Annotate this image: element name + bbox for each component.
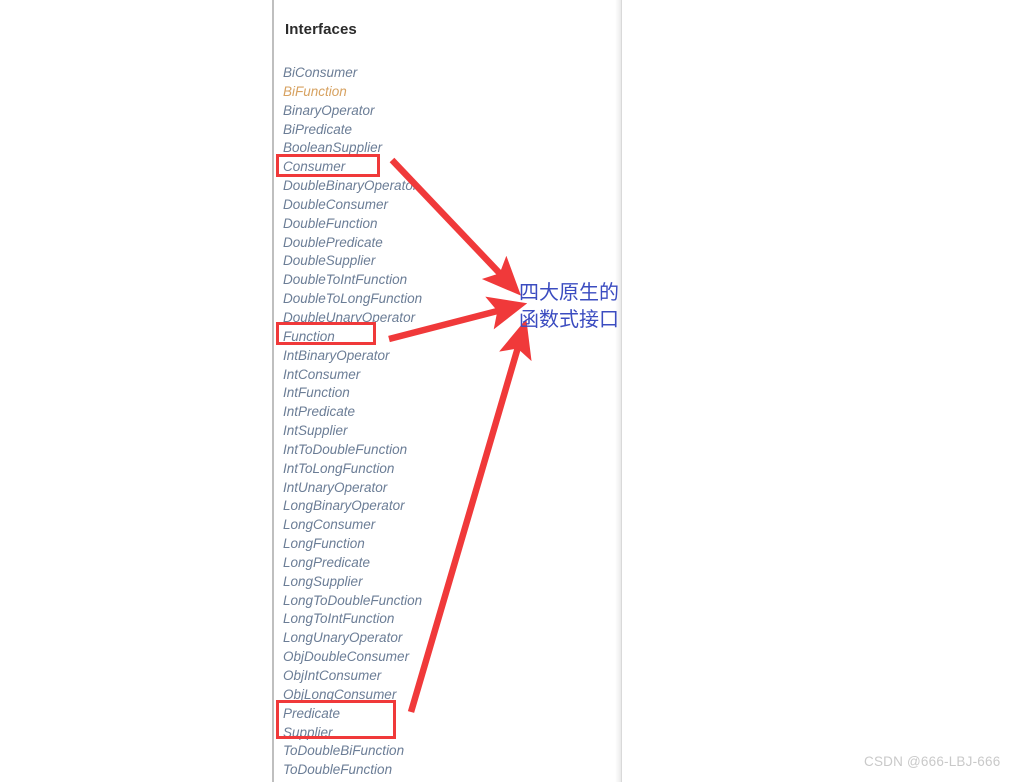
- interface-link[interactable]: LongPredicate: [283, 554, 613, 573]
- interface-link[interactable]: IntBinaryOperator: [283, 347, 613, 366]
- column-right-border: [621, 0, 622, 782]
- column-left-border: [272, 0, 274, 782]
- interface-link[interactable]: IntUnaryOperator: [283, 479, 613, 498]
- annotation-text: 四大原生的 函数式接口: [519, 279, 627, 333]
- highlight-box-predicate-supplier: [276, 700, 396, 739]
- interface-link[interactable]: ObjDoubleConsumer: [283, 648, 613, 667]
- javadoc-page: Interfaces BiConsumer BiFunction BinaryOpe…: [0, 0, 1032, 782]
- interface-link[interactable]: LongBinaryOperator: [283, 497, 613, 516]
- annotation-line-1: 四大原生的: [519, 280, 619, 304]
- interface-link[interactable]: ToDoubleFunction: [283, 761, 613, 780]
- interface-link[interactable]: LongSupplier: [283, 573, 613, 592]
- interface-link[interactable]: DoubleConsumer: [283, 196, 613, 215]
- highlight-box-function: [276, 322, 376, 345]
- interface-link[interactable]: IntToDoubleFunction: [283, 441, 613, 460]
- interface-link[interactable]: DoublePredicate: [283, 234, 613, 253]
- interface-link[interactable]: LongUnaryOperator: [283, 629, 613, 648]
- interface-link[interactable]: BinaryOperator: [283, 102, 613, 121]
- interface-link[interactable]: LongToIntFunction: [283, 610, 613, 629]
- interface-link[interactable]: IntPredicate: [283, 403, 613, 422]
- page-title: Interfaces: [285, 21, 357, 38]
- interface-link[interactable]: LongToDoubleFunction: [283, 592, 613, 611]
- interface-link[interactable]: IntConsumer: [283, 366, 613, 385]
- interface-link[interactable]: LongConsumer: [283, 516, 613, 535]
- interface-link[interactable]: IntToLongFunction: [283, 460, 613, 479]
- csdn-watermark: CSDN @666-LBJ-666: [864, 754, 1001, 769]
- interface-link[interactable]: LongFunction: [283, 535, 613, 554]
- interface-link[interactable]: IntSupplier: [283, 422, 613, 441]
- interface-link[interactable]: DoubleFunction: [283, 215, 613, 234]
- interface-link[interactable]: IntFunction: [283, 384, 613, 403]
- interface-link[interactable]: BiPredicate: [283, 121, 613, 140]
- interface-link[interactable]: DoubleBinaryOperator: [283, 177, 613, 196]
- annotation-line-2: 函数式接口: [519, 307, 619, 331]
- interface-link[interactable]: BiFunction: [283, 83, 613, 102]
- interface-link[interactable]: ToDoubleBiFunction: [283, 742, 613, 761]
- interface-link[interactable]: ObjIntConsumer: [283, 667, 613, 686]
- interface-link[interactable]: DoubleSupplier: [283, 252, 613, 271]
- interface-link[interactable]: BiConsumer: [283, 64, 613, 83]
- highlight-box-consumer: [276, 154, 380, 177]
